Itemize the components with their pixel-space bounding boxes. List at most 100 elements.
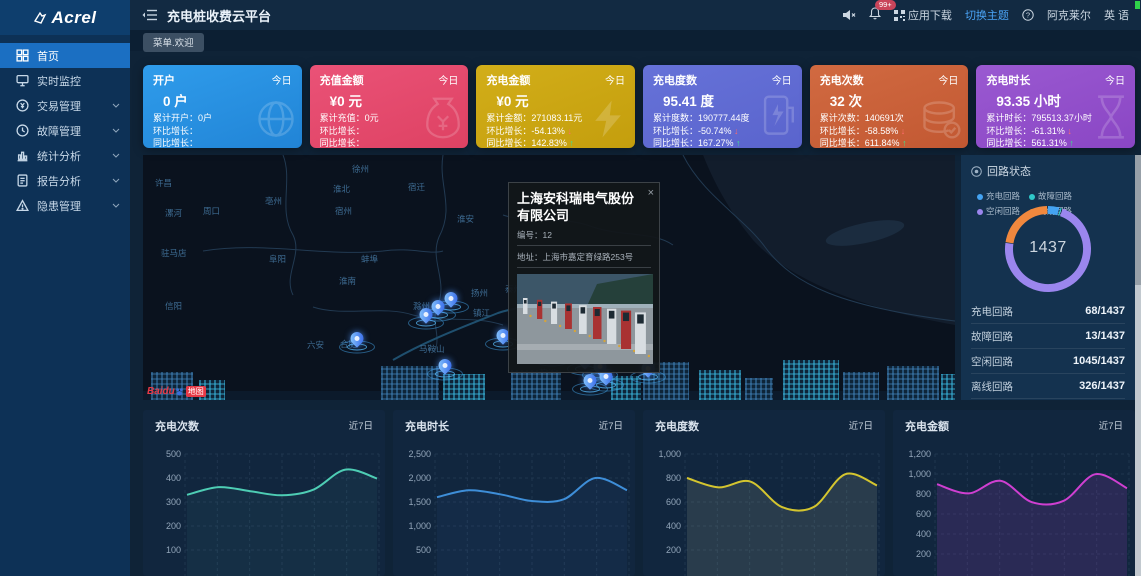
circuit-panel-title: 回路状态 [971,163,1031,179]
circuit-row-value: 13/1437 [1085,330,1125,342]
circuit-row: 故障回路 13/1437 [971,324,1125,349]
bolt-icon [585,97,631,146]
sidebar: Acrel 首页实时监控交易管理故障管理统计分析报告分析隐患管理 [0,0,130,576]
stat-card-0[interactable]: 开户今日0 户累计开户：0户环比增长：同比增长： [143,65,302,148]
stat-card-4[interactable]: 充电次数今日32 次累计次数：140691次环比增长：-58.58% ↓同比增长… [810,65,969,148]
card-today-label: 今日 [272,72,292,88]
map-skyline-building [511,370,561,400]
svg-text:800: 800 [916,489,931,499]
card-today-label: 今日 [938,72,958,88]
chart-title: 充电次数 [155,418,199,434]
header-actions: 99+ 应用下载 切换主题 ? 阿克莱尔 英 语 [842,7,1129,23]
chart-title: 充电金额 [905,418,949,434]
sidebar-item-2[interactable]: 交易管理 [0,93,130,118]
card-title: 开户 [153,72,175,88]
circuit-row: 充电回路68/1437 [971,299,1125,324]
stat-card-1[interactable]: 充值金额今日¥0 元累计充值：0元环比增长：同比增长： [310,65,469,148]
map-city-label: 马鞍山 [419,343,445,355]
app-download-label: 应用下载 [908,7,952,23]
chevron-down-icon [112,128,120,133]
sidebar-item-1[interactable]: 实时监控 [0,68,130,93]
sidebar-item-label: 交易管理 [37,98,81,114]
map-city-label: 蚌埠 [361,253,378,265]
svg-text:400: 400 [166,473,181,483]
recording-indicator [1135,1,1140,9]
svg-text:200: 200 [916,549,931,559]
circuit-row: 离线回路326/1437 [971,374,1125,399]
sidebar-item-0[interactable]: 首页 [0,43,130,68]
app-download-link[interactable]: 应用下载 [894,7,952,23]
sidebar-item-4[interactable]: 统计分析 [0,143,130,168]
stat-card-2[interactable]: 充电金额今日¥0 元累计金额：271083.11元环比增长：-54.13% ↓同… [476,65,635,148]
sidebar-item-6[interactable]: 隐患管理 [0,193,130,218]
svg-text:600: 600 [916,509,931,519]
help-icon[interactable]: ? [1022,9,1034,21]
card-title: 充电度数 [653,72,697,88]
map-city-label: 亳州 [265,195,282,207]
stat-cards-row: 开户今日0 户累计开户：0户环比增长：同比增长：充值金额今日¥0 元累计充值：0… [143,65,1135,148]
notifications-bell[interactable]: 99+ [869,7,881,23]
station-map[interactable]: 许昌漯河周口驻马店信阳亳州淮北徐州宿州宿迁淮安阜阳蚌埠淮南滁州扬州镇江泰州马鞍山… [143,155,955,400]
map-city-label: 信阳 [165,300,182,312]
stat-card-3[interactable]: 充电度数今日95.41 度累计度数：190777.44度环比增长：-50.74%… [643,65,802,148]
notification-badge: 99+ [875,0,896,10]
svg-text:800: 800 [666,473,681,483]
chevron-down-icon [112,153,120,158]
circuit-status-panel: 回路状态 充电回路故障回路空闲回路离线回路 1437 充电回路68/1437故障… [961,155,1135,400]
switch-theme-link[interactable]: 切换主题 [965,7,1009,23]
chart-panel-charge-count: 充电次数 近7日 500400300200100 [143,410,385,576]
sidebar-item-label: 报告分析 [37,173,81,189]
tab-menu-welcome[interactable]: 菜单.欢迎 [143,33,204,52]
svg-text:1,000: 1,000 [408,521,431,531]
circuit-row-label: 充电回路 [971,304,1013,319]
popup-close-icon[interactable]: × [648,187,654,199]
svg-text:600: 600 [666,497,681,507]
circuit-row: 空闲回路1045/1437 [971,349,1125,374]
map-city-label: 宿州 [335,205,352,217]
chart-range-selector[interactable]: 近7日 [599,418,623,434]
map-skyline-building [843,372,879,400]
chart-range-selector[interactable]: 近7日 [849,418,873,434]
map-skyline-building [941,374,955,400]
qr-code-icon [894,10,905,21]
sidebar-item-3[interactable]: 故障管理 [0,118,130,143]
map-city-label: 六安 [307,339,324,351]
company-name[interactable]: 阿克莱尔 [1047,7,1091,23]
station-photo [517,274,653,364]
circuit-total-count: 1437 [1000,239,1096,257]
baidu-map-logo: Baidu 地图 [147,386,206,397]
chevron-down-icon [112,203,120,208]
map-city-label: 淮北 [333,183,350,195]
map-city-label: 宿迁 [408,181,425,193]
svg-text:500: 500 [416,545,431,555]
card-title: 充电次数 [820,72,864,88]
chart-range-selector[interactable]: 近7日 [349,418,373,434]
circuit-row-label: 故障回路 [971,329,1013,344]
scrollbar-thumb[interactable] [1135,155,1141,285]
stat-card-5[interactable]: 充电时长今日93.35 小时累计时长：795513.37小时环比增长：-61.3… [976,65,1135,148]
sidebar-item-label: 统计分析 [37,148,81,164]
svg-text:1,200: 1,200 [908,449,931,459]
collapse-menu-icon[interactable] [142,9,157,21]
line-chart-charge-count: 500400300200100 [143,436,385,576]
sidebar-menu: 首页实时监控交易管理故障管理统计分析报告分析隐患管理 [0,35,130,218]
legend-dot [977,194,983,200]
svg-text:1,000: 1,000 [658,449,681,459]
svg-text:2,500: 2,500 [408,449,431,459]
language-switch[interactable]: 英 语 [1104,7,1129,23]
report-icon [16,174,29,187]
map-city-label: 徐州 [352,163,369,175]
circuit-row-value: 1045/1437 [1073,355,1125,367]
map-city-label: 镇江 [473,307,490,319]
map-skyline-building [783,360,839,400]
station-popup: × 上海安科瑞电气股份有限公司 编号：12 地址：上海市嘉定育绿路253号 [508,182,660,373]
svg-text:100: 100 [166,545,181,555]
line-chart-charge-duration: 2,5002,0001,5001,000500 [393,436,635,576]
svg-text:1,000: 1,000 [908,469,931,479]
mute-icon[interactable] [842,9,856,21]
sidebar-item-5[interactable]: 报告分析 [0,168,130,193]
sidebar-item-label: 实时监控 [37,73,81,89]
chart-range-selector[interactable]: 近7日 [1099,418,1123,434]
legend-dot [1029,194,1035,200]
transaction-icon [16,99,29,112]
